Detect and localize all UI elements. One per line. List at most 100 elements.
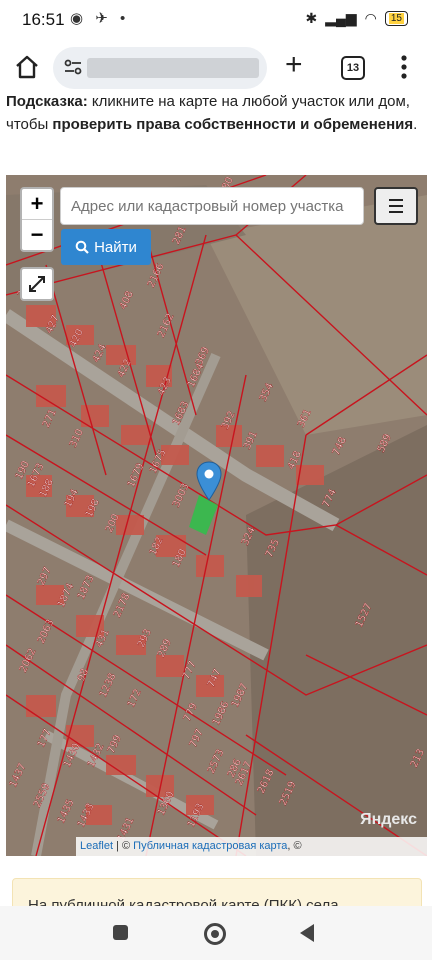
hamburger-icon [389,199,403,213]
parcel-label: 779 [182,701,200,723]
parcel-label: 293 [136,627,154,649]
layers-menu-button[interactable] [374,187,418,225]
parcel-label: 2519 [278,780,299,808]
parcel-label: 1430 [62,742,83,770]
parcel-label: 2166 [146,262,167,290]
battery-icon: 15 [384,11,408,26]
parcel-label: 2573 [206,748,227,776]
attribution-separator: | © [113,840,134,852]
parcel-label: 198 [84,497,102,519]
parcel-label: 172 [126,687,144,709]
site-settings-icon[interactable] [63,57,83,77]
parcel-label: 1684 [186,362,207,390]
hint-text: Подсказка: кликните на карте на любой уч… [6,90,426,136]
parcel-label: 774 [321,487,339,509]
parcel-label: 424 [91,342,109,364]
status-right: ✱ ▂▄▆ ◠ 15 [305,10,408,27]
parcel-label: 3003 [171,482,192,510]
hint-bold: проверить права собственности и обремене… [52,116,414,133]
parcel-label: 2178 [112,592,133,620]
parcel-label: 423 [156,375,174,397]
parcel-label: 1360 [156,790,177,818]
parcel-label: 324 [240,525,258,547]
fullscreen-button[interactable] [20,267,54,301]
recents-button[interactable] [113,925,128,940]
parcel-label: 194 [63,487,81,509]
location-marker-icon[interactable] [196,461,222,501]
new-tab-button[interactable]: + [285,50,303,80]
parcel-label: 1437 [8,762,29,790]
parcel-label: 391 [242,429,260,451]
pkk-link[interactable]: Публичная кадастровая карта [133,840,287,852]
address-bar[interactable] [53,47,267,89]
parcel-label: 418 [286,449,304,471]
cadastral-map[interactable]: 2802813684082166216236942742042442242316… [6,175,427,856]
parcel-label: 281 [171,224,189,246]
parcel-label: 180 [171,547,189,569]
parcel-label: 188 [38,477,56,499]
tab-switcher-button[interactable]: 13 [341,56,365,80]
parcel-label: 1873 [76,574,97,602]
zoom-control: + − [20,187,54,252]
parcel-label: 1432 [86,742,107,770]
leaflet-link[interactable]: Leaflet [80,840,113,852]
status-time: 16:51 [22,10,65,29]
cadastral-search-input[interactable] [60,187,364,225]
bluetooth-icon: ✱ [305,10,318,26]
hint-prefix: Подсказка: [6,93,88,110]
parcel-label: 213 [409,747,427,769]
parcel-label: 431 [94,627,112,649]
signal-icon: ▂▄▆ [325,10,357,26]
parcel-label: 1435 [56,798,77,826]
expand-icon [29,276,45,292]
parcel-label: 408 [118,289,136,311]
parcel-label: 1675 [148,448,169,476]
parcel-label: 297 [36,565,54,587]
parcel-label: 177 [36,727,54,749]
zoom-out-button[interactable]: − [22,219,52,250]
map-attribution: Leaflet | © Публичная кадастровая карта,… [76,837,427,856]
yandex-watermark: Яндекс [360,811,417,828]
parcel-label: 2062 [18,647,39,675]
zoom-in-button[interactable]: + [22,189,52,219]
parcel-label: 310 [68,427,86,449]
parcel-label: 361 [296,407,314,429]
parcel-labels: 2802813684082166216236942742042442242316… [8,175,427,843]
parcel-label: 1433 [76,802,97,830]
parcel-label: 2162 [156,312,177,340]
home-icon[interactable] [14,54,40,80]
parcel-label: 1527 [354,602,375,630]
more-menu-icon[interactable] [400,54,408,80]
parcel-label: 2063 [36,618,57,646]
home-nav-button[interactable] [204,923,226,945]
notification-icons: ◉ ✈ • [70,10,130,27]
search-icon [75,240,89,254]
parcel-label: 799 [106,733,124,755]
parcel-label: 1874 [56,582,77,610]
battery-level: 15 [388,13,404,24]
find-button[interactable]: Найти [61,229,151,265]
parcel-label: 98 [76,667,91,683]
parcel-label: 420 [68,327,86,349]
parcel-label: 1986 [211,700,232,728]
url-redacted [87,58,259,78]
parcel-label: 1193 [186,802,207,830]
find-button-label: Найти [94,238,137,256]
parcel-label: 289 [156,637,174,659]
parcel-label: 271 [41,407,59,429]
attribution-tail: , © [287,840,302,852]
parcel-label: 200 [104,512,122,534]
parcel-label: 427 [44,313,62,335]
parcel-label: 1987 [230,682,251,710]
parcel-label: 182 [148,535,166,557]
parcel-label: 777 [181,659,199,681]
browser-toolbar: + 13 [0,40,432,96]
parcel-label: 747 [206,667,224,689]
parcel-label: 422 [116,357,134,379]
back-button[interactable] [300,924,314,942]
status-bar: 16:51 ◉ ✈ • ✱ ▂▄▆ ◠ 15 [0,0,432,40]
parcel-label: 797 [188,727,206,749]
parcel-label: 1679 [126,462,147,490]
parcel-label: 354 [258,381,276,403]
hint-suffix: . [413,116,418,133]
